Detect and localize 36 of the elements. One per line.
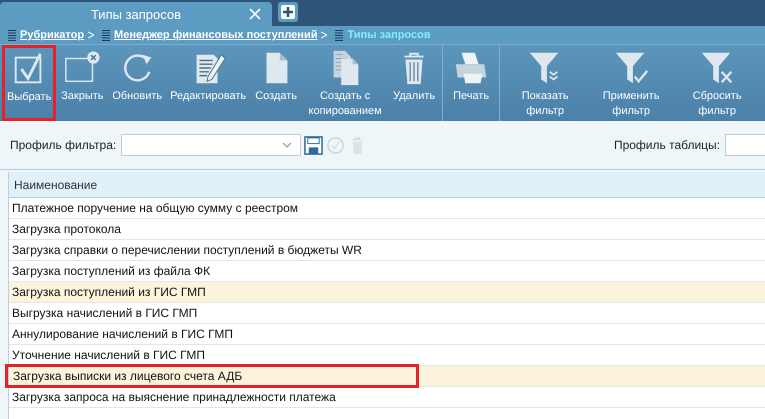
toolbar-button[interactable]: Показать фильтр	[502, 45, 588, 121]
table-row[interactable]: Загрузка справки о перечислении поступлений в бюджеты WR	[9, 240, 765, 261]
table-row[interactable]: Загрузка поступлений из ГИС ГМП	[9, 282, 765, 303]
save-icon[interactable]	[304, 136, 324, 154]
toolbar-button[interactable]: Сбросить фильтр	[674, 45, 760, 121]
breadcrumb-link[interactable]: Менеджер финансовых поступлений	[114, 29, 318, 41]
breadcrumb-link[interactable]: Рубрикатор	[20, 29, 84, 41]
table-profile-dropdown[interactable]	[725, 134, 765, 156]
list-icon	[102, 29, 110, 41]
chevron-icon	[321, 31, 328, 39]
table-row[interactable]: Загрузка протокола	[9, 219, 765, 240]
list-icon	[8, 29, 16, 41]
tab[interactable]: Типы запросов	[0, 2, 272, 26]
list-icon	[335, 29, 344, 41]
breadcrumb-link[interactable]: Типы запросов	[347, 29, 431, 41]
close-icon[interactable]	[248, 7, 262, 21]
table-row[interactable]: Аннулирование начислений в ГИС ГМП	[9, 324, 765, 345]
field-label: Профиль таблицы:	[614, 138, 720, 152]
toolbar-button[interactable]: Закрыть	[56, 45, 108, 121]
tab-label: Типы запросов	[90, 6, 182, 22]
toolbar-button[interactable]: Выбрать	[2, 45, 56, 121]
toolbar-button[interactable]: Обновить	[108, 45, 166, 121]
toolbar-button[interactable]: Применить фильтр	[588, 45, 674, 121]
chevron-icon	[88, 31, 94, 39]
caret-icon	[282, 142, 292, 148]
add-tab-button[interactable]	[278, 2, 298, 22]
toolbar-button[interactable]: Удалить	[388, 45, 440, 121]
table-row[interactable]: Платежное поручение на общую сумму с реестром	[9, 198, 765, 219]
column-header[interactable]: Наименование	[9, 178, 98, 192]
toolbar-button[interactable]: Редактировать	[166, 45, 250, 121]
field-label: Профиль фильтра:	[10, 138, 116, 152]
table-row[interactable]: Загрузка запроса на выяснение принадлежности платежа	[9, 387, 765, 408]
toolbar-button[interactable]: Печать	[445, 45, 498, 121]
table-row[interactable]: Выгрузка начислений в ГИС ГМП	[9, 303, 765, 324]
toolbar-button[interactable]: Создать с копированием	[302, 45, 388, 121]
toolbar-button[interactable]: Создать	[250, 45, 302, 121]
